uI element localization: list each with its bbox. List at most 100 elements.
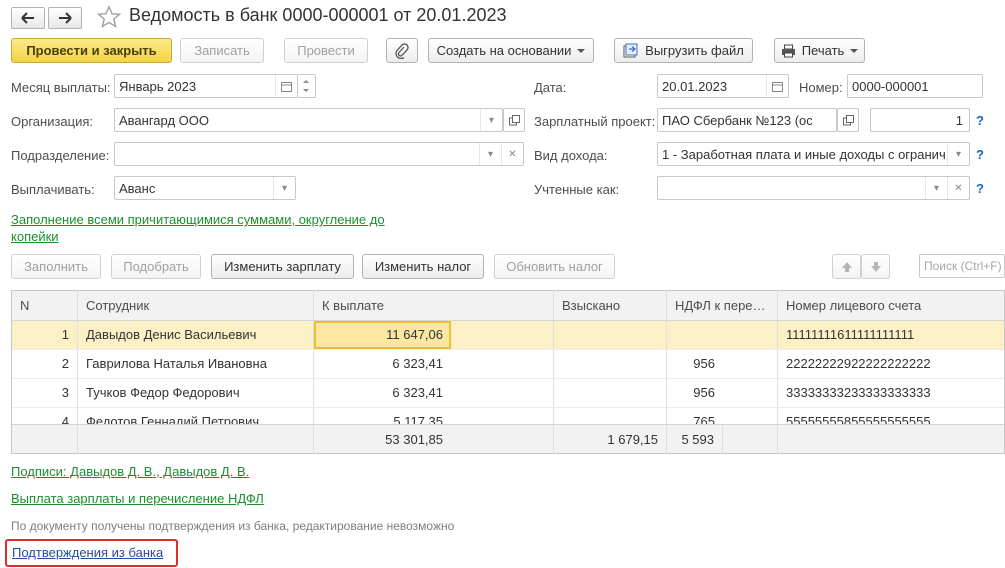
row-ndfl	[667, 321, 778, 349]
row-ndfl: 956	[693, 385, 715, 400]
number-label: Номер:	[799, 80, 843, 95]
export-file-button[interactable]: Выгрузить файл	[614, 38, 753, 63]
date-field[interactable]: 20.01.2023	[657, 74, 789, 98]
salary-payout-link[interactable]: Выплата зарплаты и перечисление НДФЛ	[11, 491, 264, 506]
row-recovered	[554, 321, 667, 349]
totals-blank	[451, 425, 554, 453]
table-row[interactable]: 3 Тучков Федор Федорович 6 323,41 956 33…	[12, 379, 1004, 408]
calendar-icon[interactable]	[275, 75, 297, 97]
header-ndfl[interactable]: НДФЛ к пере…	[667, 291, 778, 320]
row-to-pay: 6 323,41	[392, 356, 443, 371]
dropdown-arrow-icon[interactable]: ▾	[925, 177, 947, 199]
totals-blank	[78, 425, 314, 453]
date-value: 20.01.2023	[662, 79, 728, 94]
division-label: Подразделение:	[11, 148, 110, 163]
write-button[interactable]: Записать	[180, 38, 264, 63]
clear-icon[interactable]: ✕	[947, 177, 969, 199]
attach-button[interactable]	[386, 38, 418, 63]
change-salary-button[interactable]: Изменить зарплату	[211, 254, 354, 279]
dropdown-arrow-icon[interactable]: ▾	[947, 143, 969, 165]
salary-project-count-field[interactable]: 1	[870, 108, 970, 132]
fill-settings-link[interactable]: Заполнение всеми причитающимися суммами,…	[11, 211, 403, 245]
income-type-value: 1 - Заработная плата и иные доходы с огр…	[662, 147, 945, 162]
arrow-left-icon	[21, 12, 34, 24]
row-recovered	[554, 350, 667, 378]
arrow-down-icon	[870, 261, 881, 272]
dropdown-arrow-icon[interactable]: ▾	[480, 109, 502, 131]
write-label: Записать	[194, 43, 250, 58]
pay-value: Аванс	[119, 181, 156, 196]
bank-confirmations-link-wrap: Подтверждения из банка	[12, 545, 163, 560]
row-employee: Давыдов Денис Васильевич	[78, 321, 314, 349]
bank-confirmations-link[interactable]: Подтверждения из банка	[12, 545, 163, 560]
header-recovered[interactable]: Взыскано	[554, 291, 667, 320]
paperclip-icon	[395, 42, 409, 59]
header-to-pay[interactable]: К выплате	[314, 291, 554, 320]
fill-button[interactable]: Заполнить	[11, 254, 101, 279]
help-icon[interactable]: ?	[976, 113, 984, 128]
create-based-on-button[interactable]: Создать на основании	[428, 38, 594, 63]
header-n[interactable]: N	[12, 291, 78, 320]
post-button[interactable]: Провести	[284, 38, 368, 63]
month-field[interactable]: Январь 2023	[114, 74, 298, 98]
organization-label: Организация:	[11, 114, 94, 129]
row-ndfl: 956	[693, 356, 715, 371]
row-blank	[723, 379, 778, 407]
dropdown-arrow-icon[interactable]: ▾	[479, 143, 501, 165]
bank-confirmation-note: По документу получены подтверждения из б…	[11, 519, 455, 533]
month-spinner[interactable]	[298, 74, 316, 98]
export-file-label: Выгрузить файл	[645, 43, 744, 58]
window-title: Ведомость в банк 0000-000001 от 20.01.20…	[129, 5, 507, 25]
help-icon[interactable]: ?	[976, 181, 984, 196]
row-number: 3	[12, 379, 78, 407]
clear-icon[interactable]: ✕	[501, 143, 523, 165]
counted-as-field[interactable]: ▾ ✕	[657, 176, 970, 200]
organization-value: Авангард ООО	[119, 113, 209, 128]
table-row[interactable]: 2 Гаврилова Наталья Ивановна 6 323,41 95…	[12, 350, 1004, 379]
number-field[interactable]: 0000-000001	[847, 74, 983, 98]
chevron-down-icon	[577, 48, 586, 53]
open-card-icon	[508, 114, 520, 125]
post-label: Провести	[297, 43, 355, 58]
pick-button[interactable]: Подобрать	[111, 254, 201, 279]
help-icon[interactable]: ?	[976, 147, 984, 162]
header-account[interactable]: Номер лицевого счета	[778, 291, 1004, 320]
row-number: 2	[12, 350, 78, 378]
update-tax-button[interactable]: Обновить налог	[494, 254, 615, 279]
search-input[interactable]: Поиск (Ctrl+F)	[919, 254, 1005, 278]
update-tax-label: Обновить налог	[506, 259, 603, 274]
back-button[interactable]	[11, 7, 45, 29]
table-row[interactable]: 1 Давыдов Денис Васильевич 11 647,06 111…	[12, 321, 1004, 350]
row-employee: Тучков Федор Федорович	[78, 379, 314, 407]
dropdown-arrow-icon[interactable]: ▾	[273, 177, 295, 199]
row-account: 11111111611111111111	[778, 321, 1004, 349]
post-and-close-button[interactable]: Провести и закрыть	[11, 38, 172, 63]
open-salary-project-button[interactable]	[837, 108, 859, 132]
calendar-icon[interactable]	[766, 75, 788, 97]
forward-button[interactable]	[48, 7, 82, 29]
chevron-down-icon	[850, 48, 859, 53]
arrow-up-icon	[841, 261, 852, 272]
move-up-button[interactable]	[832, 254, 861, 279]
row-recovered	[554, 379, 667, 407]
open-organization-button[interactable]	[503, 108, 525, 132]
print-button[interactable]: Печать	[774, 38, 865, 63]
signatures-link[interactable]: Подписи: Давыдов Д. В., Давыдов Д. В.	[11, 464, 249, 479]
row-account: 22222222922222222222	[778, 350, 1004, 378]
row-blank	[451, 379, 554, 407]
totals-blank	[12, 425, 78, 453]
row-blank	[451, 321, 554, 349]
header-employee[interactable]: Сотрудник	[78, 291, 314, 320]
arrow-right-icon	[59, 12, 72, 24]
division-field[interactable]: ▾ ✕	[114, 142, 524, 166]
salary-project-field[interactable]: ПАО Сбербанк №123 (ос	[657, 108, 837, 132]
move-down-button[interactable]	[861, 254, 890, 279]
favorite-star-icon[interactable]	[96, 4, 122, 33]
total-ndfl: 5 593	[667, 425, 723, 453]
pay-field[interactable]: Аванс ▾	[114, 176, 296, 200]
organization-field[interactable]: Авангард ООО ▾	[114, 108, 503, 132]
totals-blank	[778, 425, 1004, 453]
total-to-pay: 53 301,85	[385, 432, 443, 447]
income-type-field[interactable]: 1 - Заработная плата и иные доходы с огр…	[657, 142, 970, 166]
change-tax-button[interactable]: Изменить налог	[362, 254, 484, 279]
